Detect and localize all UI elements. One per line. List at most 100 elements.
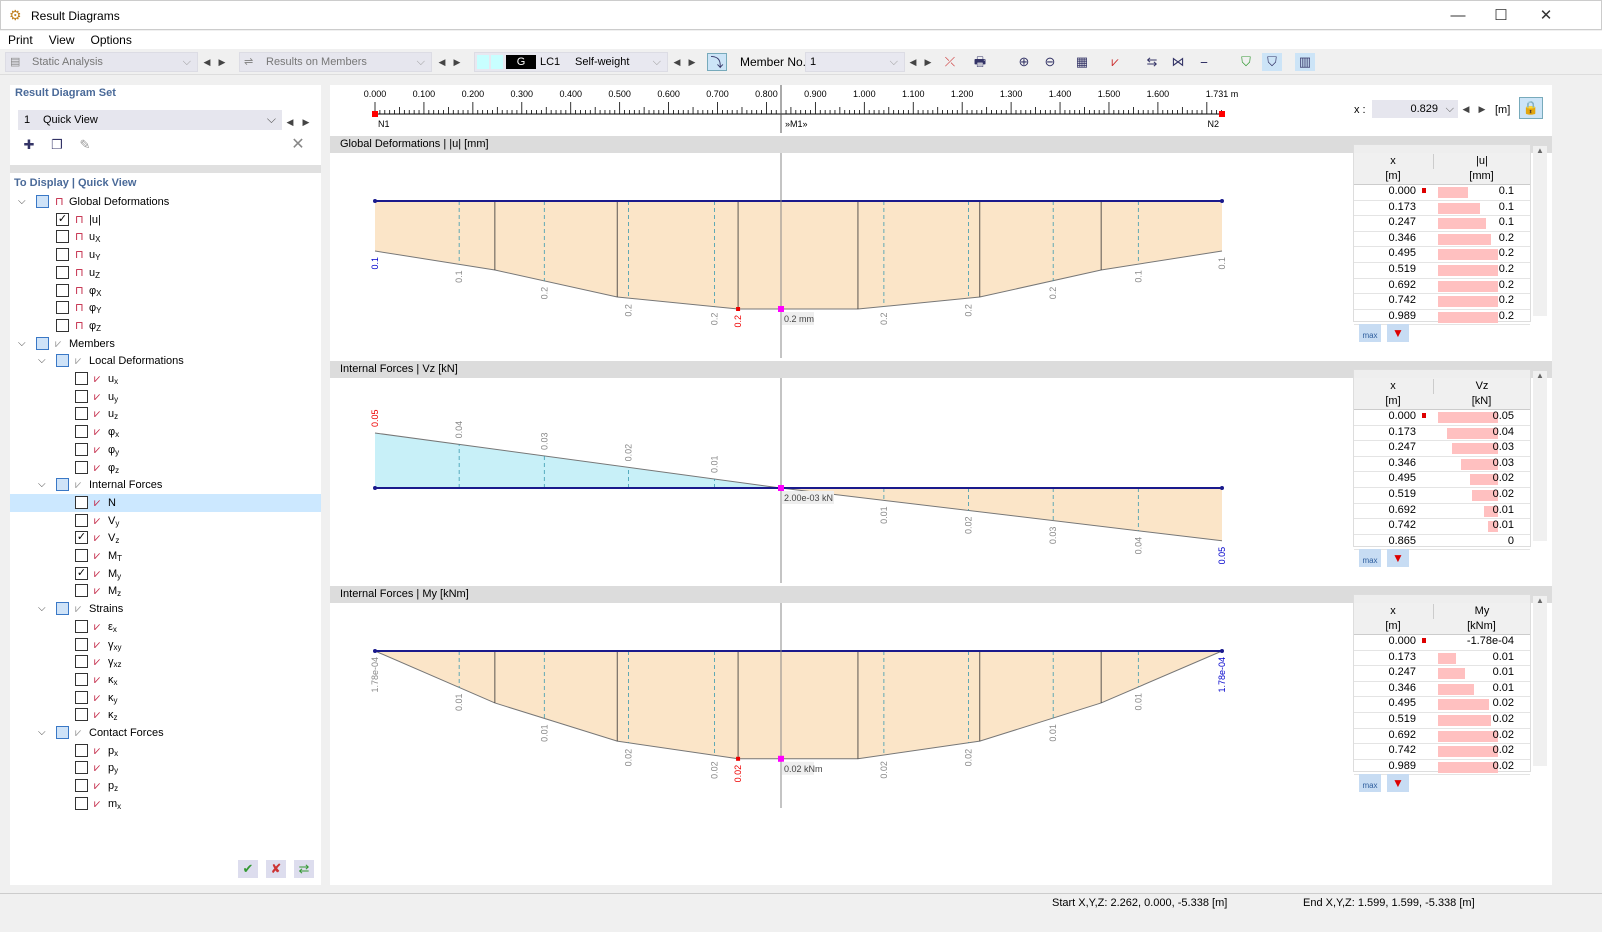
table-row[interactable]: 0.173 0.1 xyxy=(1354,201,1530,217)
checkbox[interactable] xyxy=(75,372,88,385)
copy-set-icon[interactable]: ❐ xyxy=(47,136,67,154)
tree-item[interactable]: ⩗ εx xyxy=(10,618,321,636)
checkbox[interactable] xyxy=(56,354,69,368)
prev-arrow[interactable]: ◀ xyxy=(437,54,447,70)
next-arrow[interactable]: ▶ xyxy=(687,54,697,70)
chevron-down-icon[interactable]: ⌵ xyxy=(38,476,46,494)
checkbox[interactable] xyxy=(36,195,49,208)
checkbox[interactable] xyxy=(75,690,88,704)
checkbox[interactable] xyxy=(75,460,88,474)
diagram-type-icon[interactable]: ⩗ xyxy=(1105,53,1125,71)
checkbox[interactable]: ✓ xyxy=(56,212,69,226)
table-row[interactable]: 0.346 0.03 xyxy=(1354,457,1530,473)
tree-item[interactable]: ✓ ⊓ |u| xyxy=(10,211,321,229)
chevron-down-icon[interactable]: ⌵ xyxy=(38,724,46,742)
table-row[interactable]: 0.346 0.2 xyxy=(1354,232,1530,248)
checkbox[interactable] xyxy=(56,602,69,616)
tree-item[interactable]: ⩗ N xyxy=(10,493,321,512)
table-row[interactable]: 0.000 0.05 xyxy=(1354,410,1530,426)
view-icon[interactable]: ⛉ xyxy=(1236,53,1256,71)
diagram-plot[interactable]: 0.05 0.04 0.03 0.02 0.01 0.01 0.02 0.03 0.04 0.05… xyxy=(330,378,1350,583)
checkbox[interactable] xyxy=(75,637,88,651)
tree-item[interactable]: ⊓ φY xyxy=(10,299,321,317)
menu-options[interactable]: Options xyxy=(82,31,139,47)
filter-extreme-icon[interactable]: ▼ xyxy=(1387,774,1409,792)
next-arrow[interactable]: ▶ xyxy=(923,54,933,70)
tree-item[interactable]: ⩗ Mz xyxy=(10,582,321,600)
table-row[interactable]: 0.519 0.02 xyxy=(1354,488,1530,504)
tree-item[interactable]: ⌵ ⩗ Internal Forces xyxy=(10,476,321,494)
analysis-select[interactable]: ▤ Static Analysis ⌵ xyxy=(5,52,198,72)
diagram-plot[interactable]: 0.1 0.1 0.2 0.2 0.2 0.2 0.2 0.2 0.2 0.1 0.1 0.2 mm xyxy=(330,153,1350,358)
checkbox[interactable] xyxy=(75,708,88,722)
chevron-down-icon[interactable]: ⌵ xyxy=(38,600,46,618)
prev-arrow[interactable]: ◀ xyxy=(672,54,682,70)
table-row[interactable]: 0.000 0.1 xyxy=(1354,185,1530,201)
table-row[interactable]: 0.692 0.01 xyxy=(1354,504,1530,520)
table-row[interactable]: 0.000 -1.78e-04 xyxy=(1354,635,1530,651)
results-select[interactable]: ⇌ Results on Members ⌵ xyxy=(239,52,432,72)
table-row[interactable]: 0.173 0.01 xyxy=(1354,651,1530,667)
tree-item[interactable]: ⩗ uz xyxy=(10,405,321,423)
tree-item[interactable]: ⩗ px xyxy=(10,742,321,760)
checkbox[interactable] xyxy=(75,743,88,757)
tree-item[interactable]: ✓ ⩗ My xyxy=(10,565,321,583)
tree-item[interactable]: ⩗ γxy xyxy=(10,636,321,654)
checkbox[interactable] xyxy=(56,478,69,492)
tree-item[interactable]: ⩗ κz xyxy=(10,706,321,724)
minimize-button[interactable]: — xyxy=(1443,5,1473,27)
table-row[interactable]: 0.495 0.2 xyxy=(1354,247,1530,263)
prev-arrow[interactable]: ◀ xyxy=(1461,101,1471,117)
checkbox[interactable] xyxy=(75,619,88,633)
chevron-down-icon[interactable]: ⌵ xyxy=(38,352,46,370)
results-table[interactable]: x [m] My [kNm] 0.000 -1.78e-04 0.173 0.01 0.247 0… xyxy=(1353,594,1531,776)
toggle-check-icon[interactable]: ⇄ xyxy=(294,860,314,878)
x-input[interactable]: 0.829 ⌵ xyxy=(1372,100,1458,118)
filter-max-button[interactable]: max xyxy=(1359,324,1381,342)
smooth-icon[interactable]: ⋈ xyxy=(1168,53,1188,71)
table-scrollbar[interactable]: ▲ xyxy=(1533,371,1547,541)
tree-item[interactable]: ⌵ ⊓ Global Deformations xyxy=(10,193,321,211)
checkbox[interactable] xyxy=(75,513,88,527)
filter-max-button[interactable]: max xyxy=(1359,549,1381,567)
tree-item[interactable]: ⊓ uZ xyxy=(10,264,321,282)
next-arrow[interactable]: ▶ xyxy=(1477,101,1487,117)
tree-item[interactable]: ⌵ ⩗ Strains xyxy=(10,600,321,618)
table-row[interactable]: 0.247 0.1 xyxy=(1354,216,1530,232)
swap-icon[interactable]: ⇆ xyxy=(1142,53,1162,71)
table-scrollbar[interactable]: ▲ xyxy=(1533,146,1547,316)
tree-item[interactable]: ⊓ uX xyxy=(10,228,321,246)
checkbox[interactable] xyxy=(75,495,88,509)
tree-item[interactable]: ⩗ Vy xyxy=(10,512,321,530)
lock-icon[interactable]: 🔒 xyxy=(1519,97,1543,119)
tree-item[interactable]: ⩗ φz xyxy=(10,459,321,477)
table-row[interactable]: 0.989 0.02 xyxy=(1354,760,1530,776)
checkbox[interactable] xyxy=(56,265,69,279)
uncheck-all-icon[interactable]: ✘ xyxy=(266,860,286,878)
chevron-down-icon[interactable]: ⌵ xyxy=(18,193,26,211)
menu-view[interactable]: View xyxy=(41,31,83,47)
checkbox[interactable] xyxy=(75,407,88,421)
checkbox[interactable] xyxy=(75,796,88,810)
tree-item[interactable]: ⩗ γxz xyxy=(10,653,321,671)
table-row[interactable]: 0.495 0.02 xyxy=(1354,472,1530,488)
next-arrow[interactable]: ▶ xyxy=(452,54,462,70)
prev-arrow[interactable]: ◀ xyxy=(908,54,918,70)
table-row[interactable]: 0.742 0.2 xyxy=(1354,294,1530,310)
maximize-button[interactable]: ☐ xyxy=(1486,5,1516,27)
next-arrow[interactable]: ▶ xyxy=(301,114,311,130)
checkbox[interactable] xyxy=(75,761,88,775)
tree-item[interactable]: ⩗ κy xyxy=(10,689,321,707)
tree-item[interactable]: ⩗ pz xyxy=(10,777,321,795)
filter-extreme-icon[interactable]: ▼ xyxy=(1387,549,1409,567)
zoom-out-icon[interactable]: ⊖ xyxy=(1040,53,1060,71)
tree-item[interactable]: ✓ ⩗ Vz xyxy=(10,529,321,547)
table-row[interactable]: 0.247 0.03 xyxy=(1354,441,1530,457)
table-icon[interactable]: ▥ xyxy=(1295,53,1315,71)
table-row[interactable]: 0.742 0.01 xyxy=(1354,519,1530,535)
results-table[interactable]: x [m] Vz [kN] 0.000 0.05 0.173 0.04 0.247 0.03 0.3… xyxy=(1353,369,1531,551)
results-table[interactable]: x [m] |u| [mm] 0.000 0.1 0.173 0.1 0.247 0.1 0.346… xyxy=(1353,144,1531,326)
tree-item[interactable]: ⊓ φX xyxy=(10,282,321,300)
table-row[interactable]: 0.742 0.02 xyxy=(1354,744,1530,760)
member-no-select[interactable]: 1 ⌵ xyxy=(805,52,905,72)
